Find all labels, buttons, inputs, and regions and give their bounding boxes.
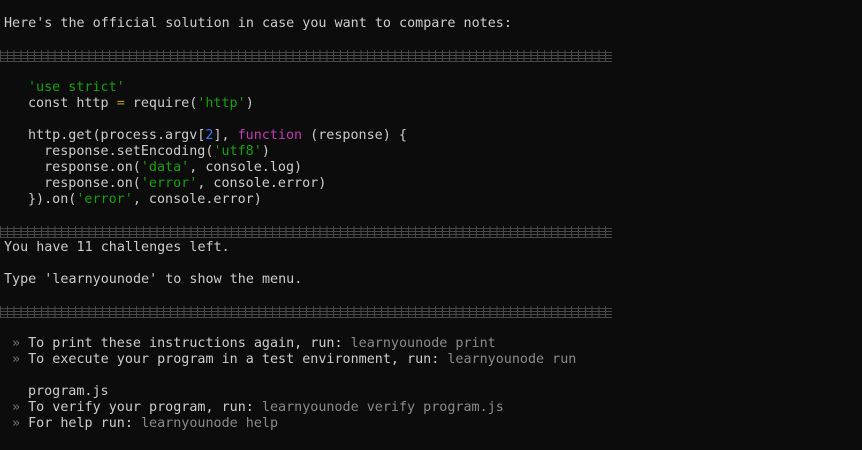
code-line-1: 'use strict'	[28, 80, 125, 96]
code-string: 'use strict'	[28, 80, 125, 95]
code-token: response.on(	[28, 160, 141, 175]
command-text: learnyounode run	[447, 352, 577, 367]
code-line-2: const http = require('http')	[28, 96, 254, 112]
code-token: require(	[124, 96, 198, 111]
run-argument-text: program.js	[28, 384, 109, 399]
code-line-4: response.setEncoding('utf8')	[28, 144, 270, 160]
code-token: , console.log)	[189, 160, 303, 175]
code-token: , console.error)	[132, 192, 262, 207]
code-token: response.on(	[28, 176, 141, 191]
instruction-label: For help run:	[28, 416, 141, 431]
bullet-icon: »	[12, 352, 21, 367]
code-token: response.setEncoding(	[28, 144, 214, 159]
code-line-5: response.on('data', console.log)	[28, 160, 302, 176]
code-token: , console.error)	[197, 176, 327, 191]
command-text: learnyounode help	[141, 416, 279, 431]
separator-bottom	[0, 306, 612, 318]
code-string: 'utf8'	[213, 144, 262, 159]
code-line-6: response.on('error', console.error)	[28, 176, 326, 192]
code-string: 'error'	[76, 192, 133, 207]
command-text: learnyounode verify program.js	[261, 400, 504, 415]
intro-text: Here's the official solution in case you…	[4, 16, 512, 31]
list-item: » For help run: learnyounode help	[12, 416, 278, 432]
code-token: http.get(process.argv[	[28, 128, 206, 143]
bullet-icon: »	[12, 336, 21, 351]
code-token: ],	[213, 128, 238, 143]
instruction-label: To print these instructions again, run:	[28, 336, 351, 351]
code-operator: =	[116, 96, 125, 111]
terminal-window[interactable]: Here's the official solution in case you…	[0, 0, 862, 450]
bullet-icon: »	[12, 416, 21, 431]
code-line-3: http.get(process.argv[2], function (resp…	[28, 128, 407, 144]
code-string: 'data'	[140, 160, 190, 175]
separator-top	[0, 50, 612, 62]
code-string: 'error'	[140, 176, 198, 191]
code-token: )	[245, 96, 254, 111]
code-token: const http	[28, 96, 117, 111]
list-item: » To print these instructions again, run…	[12, 336, 496, 352]
bullet-icon: »	[12, 400, 21, 415]
list-item: » To execute your program in a test envi…	[12, 352, 576, 368]
code-token: )	[261, 144, 270, 159]
separator-middle	[0, 226, 612, 238]
challenges-left-text: You have 11 challenges left.	[4, 240, 230, 255]
code-line-7: }).on('error', console.error)	[28, 192, 262, 208]
instruction-label: To execute your program in a test enviro…	[28, 352, 448, 367]
command-text: learnyounode print	[350, 336, 496, 351]
menu-hint-text: Type 'learnyounode' to show the menu.	[4, 272, 303, 287]
list-item: » To verify your program, run: learnyoun…	[12, 400, 504, 416]
instruction-label: To verify your program, run:	[28, 400, 262, 415]
code-token: (response) {	[302, 128, 407, 143]
code-keyword: function	[237, 128, 303, 143]
code-string: 'http'	[197, 96, 246, 111]
code-token: }).on(	[28, 192, 77, 207]
